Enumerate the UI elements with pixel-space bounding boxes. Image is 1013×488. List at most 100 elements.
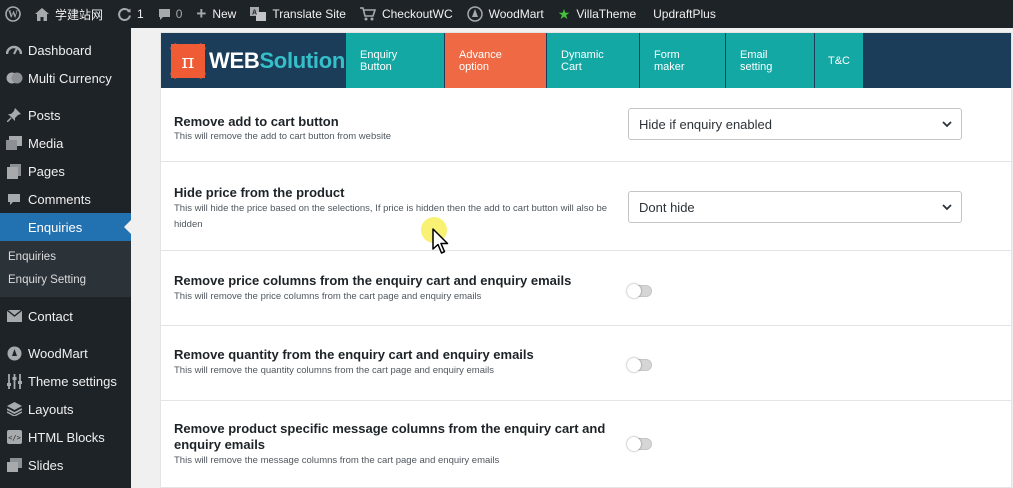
translate-site-link[interactable]: A Translate Site — [243, 0, 353, 28]
pi-logo-icon: π — [171, 43, 205, 78]
menu-contact[interactable]: Contact — [0, 302, 131, 330]
submenu-enquiry-setting[interactable]: Enquiry Setting — [0, 268, 131, 291]
svg-text:A: A — [252, 10, 257, 17]
new-label: New — [212, 7, 237, 21]
villatheme-link[interactable]: ★ VillaTheme — [551, 0, 643, 28]
setting-title: Hide price from the product — [174, 185, 345, 200]
menu-html-blocks[interactable]: </> HTML Blocks — [0, 423, 131, 451]
menu-label: Contact — [28, 308, 73, 324]
svg-text:W: W — [8, 10, 18, 21]
menu-enquiries[interactable]: Enquiries — [0, 213, 131, 241]
translate-site-label: Translate Site — [272, 7, 346, 21]
setting-row-remove-price-columns: Remove price columns from the enquiry ca… — [161, 252, 1011, 326]
logo-text: WEBSolution — [209, 47, 346, 73]
submenu-enquiries[interactable]: Enquiries — [0, 245, 131, 268]
menu-label: Multi Currency — [28, 70, 112, 86]
menu-woodmart[interactable]: WoodMart — [0, 339, 131, 367]
comments-count: 0 — [175, 7, 183, 21]
setting-title: Remove price columns from the enquiry ca… — [174, 273, 572, 288]
wordpress-logo-button[interactable]: W — [0, 0, 28, 28]
menu-label: Dashboard — [28, 42, 92, 58]
plus-icon: + — [196, 4, 207, 23]
svg-text:</>: </> — [8, 434, 21, 442]
menu-slides[interactable]: Slides — [0, 451, 131, 479]
updates-link[interactable]: 1 — [110, 0, 151, 28]
updraftplus-link[interactable]: UpdraftPlus — [643, 0, 723, 28]
setting-row-remove-quantity: Remove quantity from the enquiry cart an… — [161, 327, 1011, 401]
hide-price-select[interactable]: Dont hide — [628, 191, 962, 223]
woodmart-link[interactable]: WoodMart — [460, 0, 551, 28]
pages-icon — [5, 162, 23, 180]
sliders-icon — [5, 372, 23, 390]
settings-panel: π WEBSolution Enquiry Button Advance opt… — [160, 32, 1012, 488]
tab-form-maker[interactable]: Form maker — [640, 33, 726, 88]
select-value: Hide if enquiry enabled — [639, 116, 772, 132]
comment-icon — [158, 8, 171, 21]
site-name-link[interactable]: 学建站网 — [28, 0, 110, 28]
remove-message-columns-toggle[interactable] — [627, 437, 652, 451]
menu-label: Media — [28, 135, 64, 151]
menu-comments[interactable]: Comments — [0, 185, 131, 213]
admin-bar: W 学建站网 1 0 + New A Translate Site Checko… — [0, 0, 1013, 28]
translate-icon: A — [250, 7, 267, 21]
setting-row-remove-add-to-cart: Remove add to cart button This will remo… — [161, 89, 1011, 162]
settings-tabs: Enquiry Button Advance option Dynamic Ca… — [346, 33, 864, 88]
setting-description: This will remove the quantity columns fr… — [174, 365, 494, 376]
chevron-down-icon — [941, 201, 953, 213]
chevron-down-icon — [941, 118, 953, 130]
setting-description: This will remove the message columns fro… — [174, 455, 500, 466]
pin-icon — [5, 106, 23, 124]
menu-label: Slides — [28, 457, 64, 473]
refresh-icon — [117, 7, 132, 22]
setting-title: Remove product specific message columns … — [174, 421, 606, 452]
checkoutwc-link[interactable]: CheckoutWC — [353, 0, 460, 28]
checkoutwc-label: CheckoutWC — [381, 7, 453, 21]
mouse-pointer-icon — [432, 228, 449, 254]
tab-enquiry-button[interactable]: Enquiry Button — [346, 33, 445, 88]
layers-icon — [5, 400, 23, 418]
menu-label: HTML Blocks — [28, 429, 105, 445]
menu-dashboard[interactable]: Dashboard — [0, 36, 131, 64]
menu-layouts[interactable]: Layouts — [0, 395, 131, 423]
admin-sidebar: Dashboard Multi Currency Posts Media Pag… — [0, 28, 131, 488]
tab-dynamic-cart[interactable]: Dynamic Cart — [547, 33, 640, 88]
menu-label: WoodMart — [28, 345, 88, 361]
websolution-logo: π WEBSolution — [161, 33, 346, 88]
slides-icon — [5, 456, 23, 474]
setting-description: This will hide the price based on the se… — [174, 203, 608, 230]
menu-label: Theme settings — [28, 373, 117, 389]
code-block-icon: </> — [5, 428, 23, 446]
setting-description: This will remove the price columns from … — [174, 291, 482, 302]
menu-label: Comments — [28, 191, 91, 207]
home-icon — [35, 7, 49, 21]
tab-email-setting[interactable]: Email setting — [726, 33, 815, 88]
tab-advance-option[interactable]: Advance option — [445, 33, 547, 88]
menu-pages[interactable]: Pages — [0, 157, 131, 185]
updraftplus-label: UpdraftPlus — [653, 7, 716, 21]
comments-link[interactable]: 0 — [151, 0, 190, 28]
menu-media[interactable]: Media — [0, 129, 131, 157]
remove-quantity-toggle[interactable] — [627, 358, 652, 372]
menu-multi-currency[interactable]: Multi Currency — [0, 64, 131, 92]
villatheme-label: VillaTheme — [576, 7, 637, 21]
setting-row-remove-message-columns: Remove product specific message columns … — [161, 402, 1011, 487]
site-name: 学建站网 — [55, 7, 104, 22]
menu-theme-settings[interactable]: Theme settings — [0, 367, 131, 395]
remove-price-columns-toggle[interactable] — [627, 284, 652, 298]
woodmart-label: WoodMart — [488, 7, 544, 21]
new-content-link[interactable]: + New — [189, 0, 243, 28]
enquiries-submenu: Enquiries Enquiry Setting — [0, 241, 131, 297]
cart-icon — [359, 7, 376, 21]
woodmart-icon — [5, 344, 23, 362]
wordpress-icon: W — [5, 6, 21, 22]
plugin-header: π WEBSolution Enquiry Button Advance opt… — [161, 33, 1011, 88]
updates-count: 1 — [137, 7, 144, 21]
setting-title: Remove quantity from the enquiry cart an… — [174, 347, 534, 362]
menu-posts[interactable]: Posts — [0, 101, 131, 129]
setting-row-hide-price: Hide price from the product This will hi… — [161, 163, 1011, 251]
setting-title: Remove add to cart button — [174, 114, 339, 129]
currency-icon — [5, 69, 23, 87]
mail-icon — [5, 307, 23, 325]
tab-terms[interactable]: T&C — [815, 33, 864, 88]
remove-add-to-cart-select[interactable]: Hide if enquiry enabled — [628, 108, 962, 140]
